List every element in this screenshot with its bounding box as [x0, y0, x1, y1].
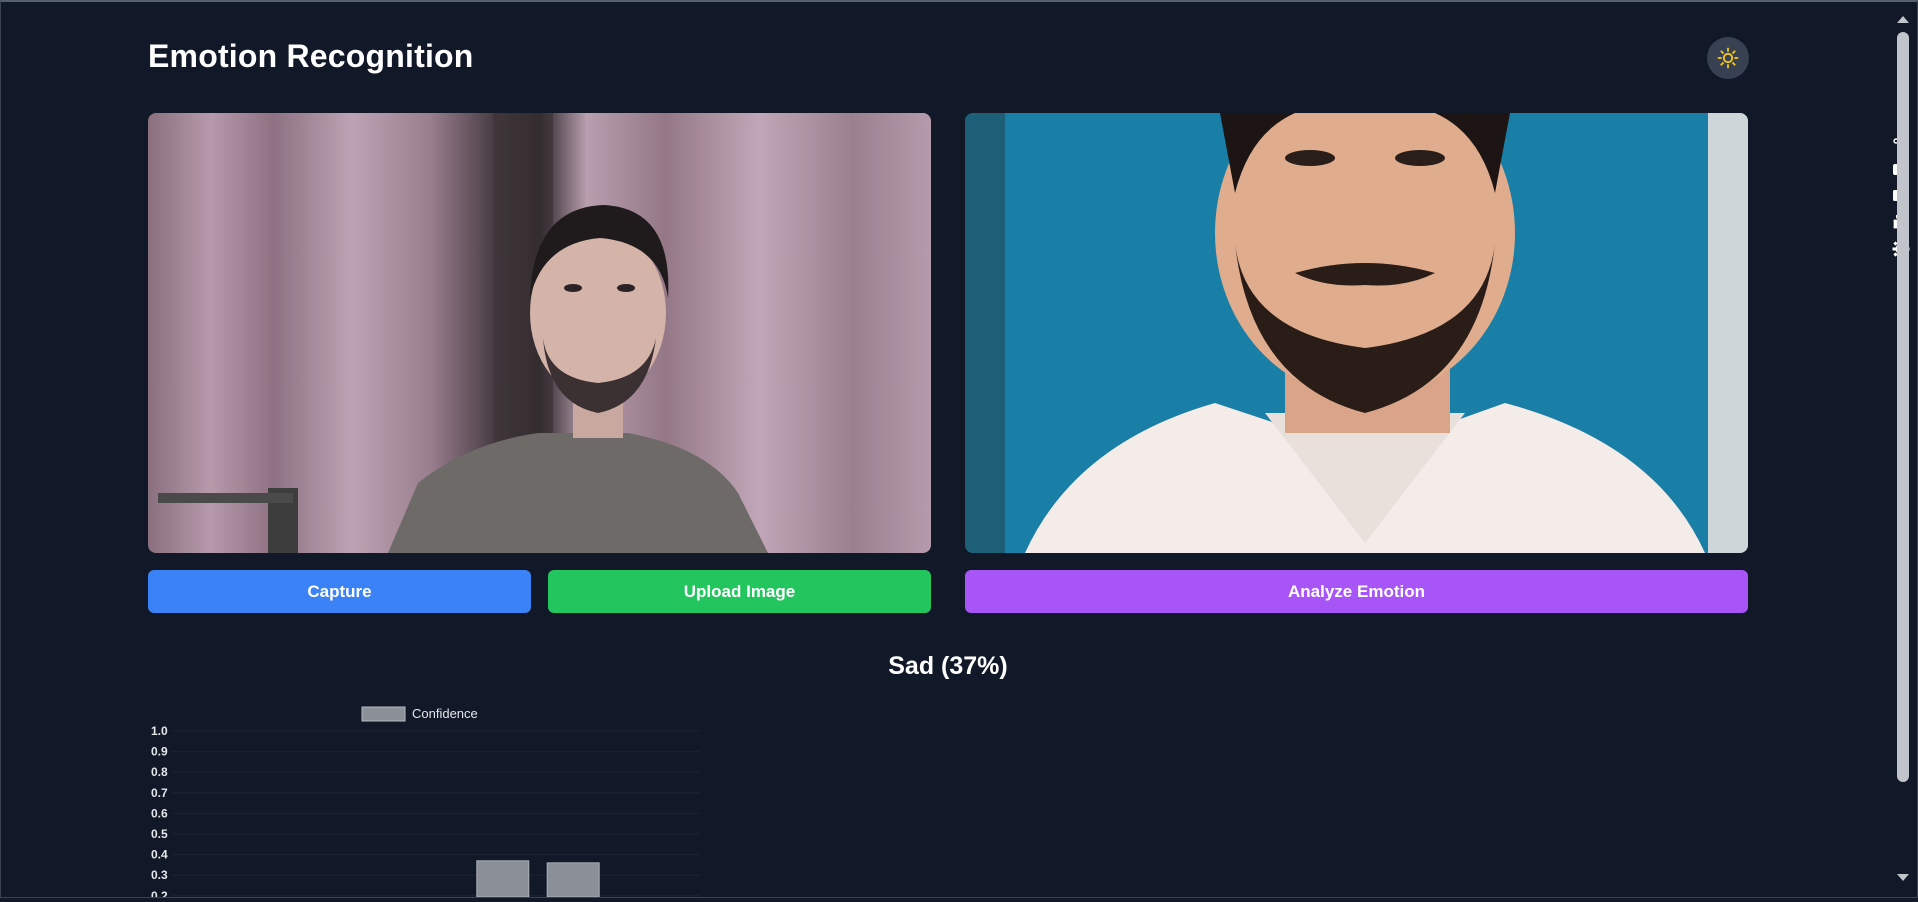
y-tick-label: 0.5	[151, 827, 168, 841]
y-tick-label: 0.6	[151, 806, 168, 820]
y-tick-label: 0.3	[151, 868, 168, 882]
y-tick-label: 0.4	[151, 848, 168, 862]
chart-bar	[546, 862, 600, 898]
y-tick-label: 1.0	[151, 724, 168, 738]
scroll-up-arrow-icon[interactable]	[1897, 16, 1909, 23]
y-tick-label: 0.8	[151, 765, 168, 779]
legend-label: Confidence	[412, 706, 478, 721]
y-tick-label: 0.9	[151, 745, 168, 759]
scroll-thumb[interactable]	[1897, 32, 1909, 782]
y-tick-label: 0.2	[151, 889, 168, 897]
uploaded-image-preview	[965, 113, 1748, 553]
confidence-chart: Confidence 1.0 0.9 0.8 0.7 0.6 0.5 0.4 0.3 0.2	[140, 700, 700, 902]
webcam-feed	[148, 113, 931, 553]
upload-image-button[interactable]: Upload Image	[548, 570, 931, 613]
sun-icon	[1717, 47, 1739, 69]
emotion-result: Sad (37%)	[888, 652, 1008, 680]
y-tick-label: 0.7	[151, 786, 168, 800]
page-title: Emotion Recognition	[148, 38, 474, 74]
theme-toggle-button[interactable]	[1707, 37, 1749, 79]
vertical-scrollbar[interactable]	[1892, 10, 1914, 890]
chart-bar	[476, 860, 530, 898]
legend-swatch	[361, 706, 406, 722]
scroll-down-arrow-icon[interactable]	[1897, 874, 1909, 881]
analyze-emotion-button[interactable]: Analyze Emotion	[965, 570, 1748, 613]
capture-button[interactable]: Capture	[148, 570, 531, 613]
